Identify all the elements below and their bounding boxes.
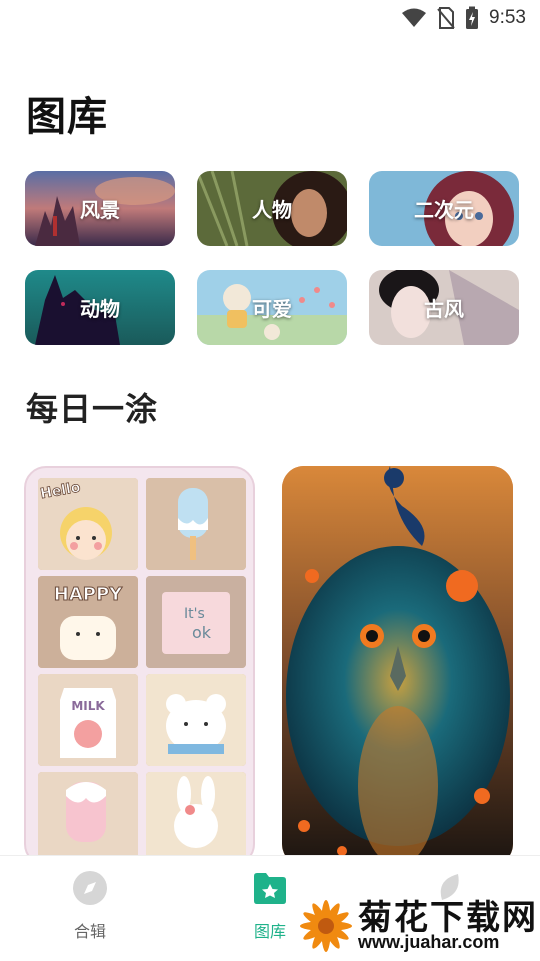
category-label: 风景 bbox=[80, 198, 120, 222]
battery-charging-icon bbox=[466, 6, 479, 29]
collage-tile-milk: MILK bbox=[38, 674, 138, 766]
collage-its-text: It's bbox=[184, 606, 205, 622]
compass-icon bbox=[73, 871, 107, 905]
category-ancient-style[interactable]: 古风 bbox=[369, 270, 519, 345]
category-animals[interactable]: 动物 bbox=[25, 270, 175, 345]
daily-section-title: 每日一涂 bbox=[26, 390, 159, 428]
category-people[interactable]: 人物 bbox=[197, 171, 347, 246]
no-sim-icon bbox=[437, 7, 455, 29]
daily-card-cute-collage[interactable]: HAPPY It's ok MILK Hello bbox=[24, 466, 255, 866]
collage-tile-happy: HAPPY bbox=[38, 576, 138, 668]
status-bar: 9:53 bbox=[0, 0, 540, 36]
collage-tile-bunny bbox=[146, 772, 246, 864]
status-time: 9:53 bbox=[489, 7, 526, 28]
collage-hello-text: Hello bbox=[40, 480, 82, 500]
collage-hello-label: Hello bbox=[40, 480, 82, 500]
watermark-url: www.juahar.com bbox=[358, 932, 500, 952]
category-cute[interactable]: 可爱 bbox=[197, 270, 347, 345]
collage-tile-icecream bbox=[146, 478, 246, 570]
nav-label: 合辑 bbox=[73, 922, 106, 941]
category-label: 动物 bbox=[80, 297, 120, 321]
collage-milk-text: MILK bbox=[71, 699, 105, 713]
category-label: 可爱 bbox=[252, 297, 292, 321]
page-title: 图库 bbox=[26, 94, 108, 140]
collage-tile-popsicle bbox=[38, 772, 138, 864]
collage-happy-text: HAPPY bbox=[54, 584, 123, 605]
watermark: 菊花下载网 www.juahar.com bbox=[296, 890, 540, 960]
collage-tile-its-ok: It's ok bbox=[146, 576, 246, 668]
category-landscape[interactable]: 风景 bbox=[25, 171, 175, 246]
collage-tile-bear bbox=[146, 674, 246, 766]
collage-ok-text: ok bbox=[192, 623, 212, 642]
gallery-folder-icon bbox=[254, 873, 286, 904]
category-label: 二次元 bbox=[414, 198, 474, 222]
nav-item-collection[interactable]: 合辑 bbox=[50, 870, 130, 942]
category-anime[interactable]: 二次元 bbox=[369, 171, 519, 246]
wifi-icon bbox=[402, 8, 427, 27]
category-label: 人物 bbox=[252, 198, 292, 222]
category-label: 古风 bbox=[424, 297, 464, 321]
chrysanthemum-logo-icon bbox=[300, 900, 352, 952]
peacock-image bbox=[282, 466, 513, 866]
daily-card-peacock[interactable] bbox=[282, 466, 513, 866]
